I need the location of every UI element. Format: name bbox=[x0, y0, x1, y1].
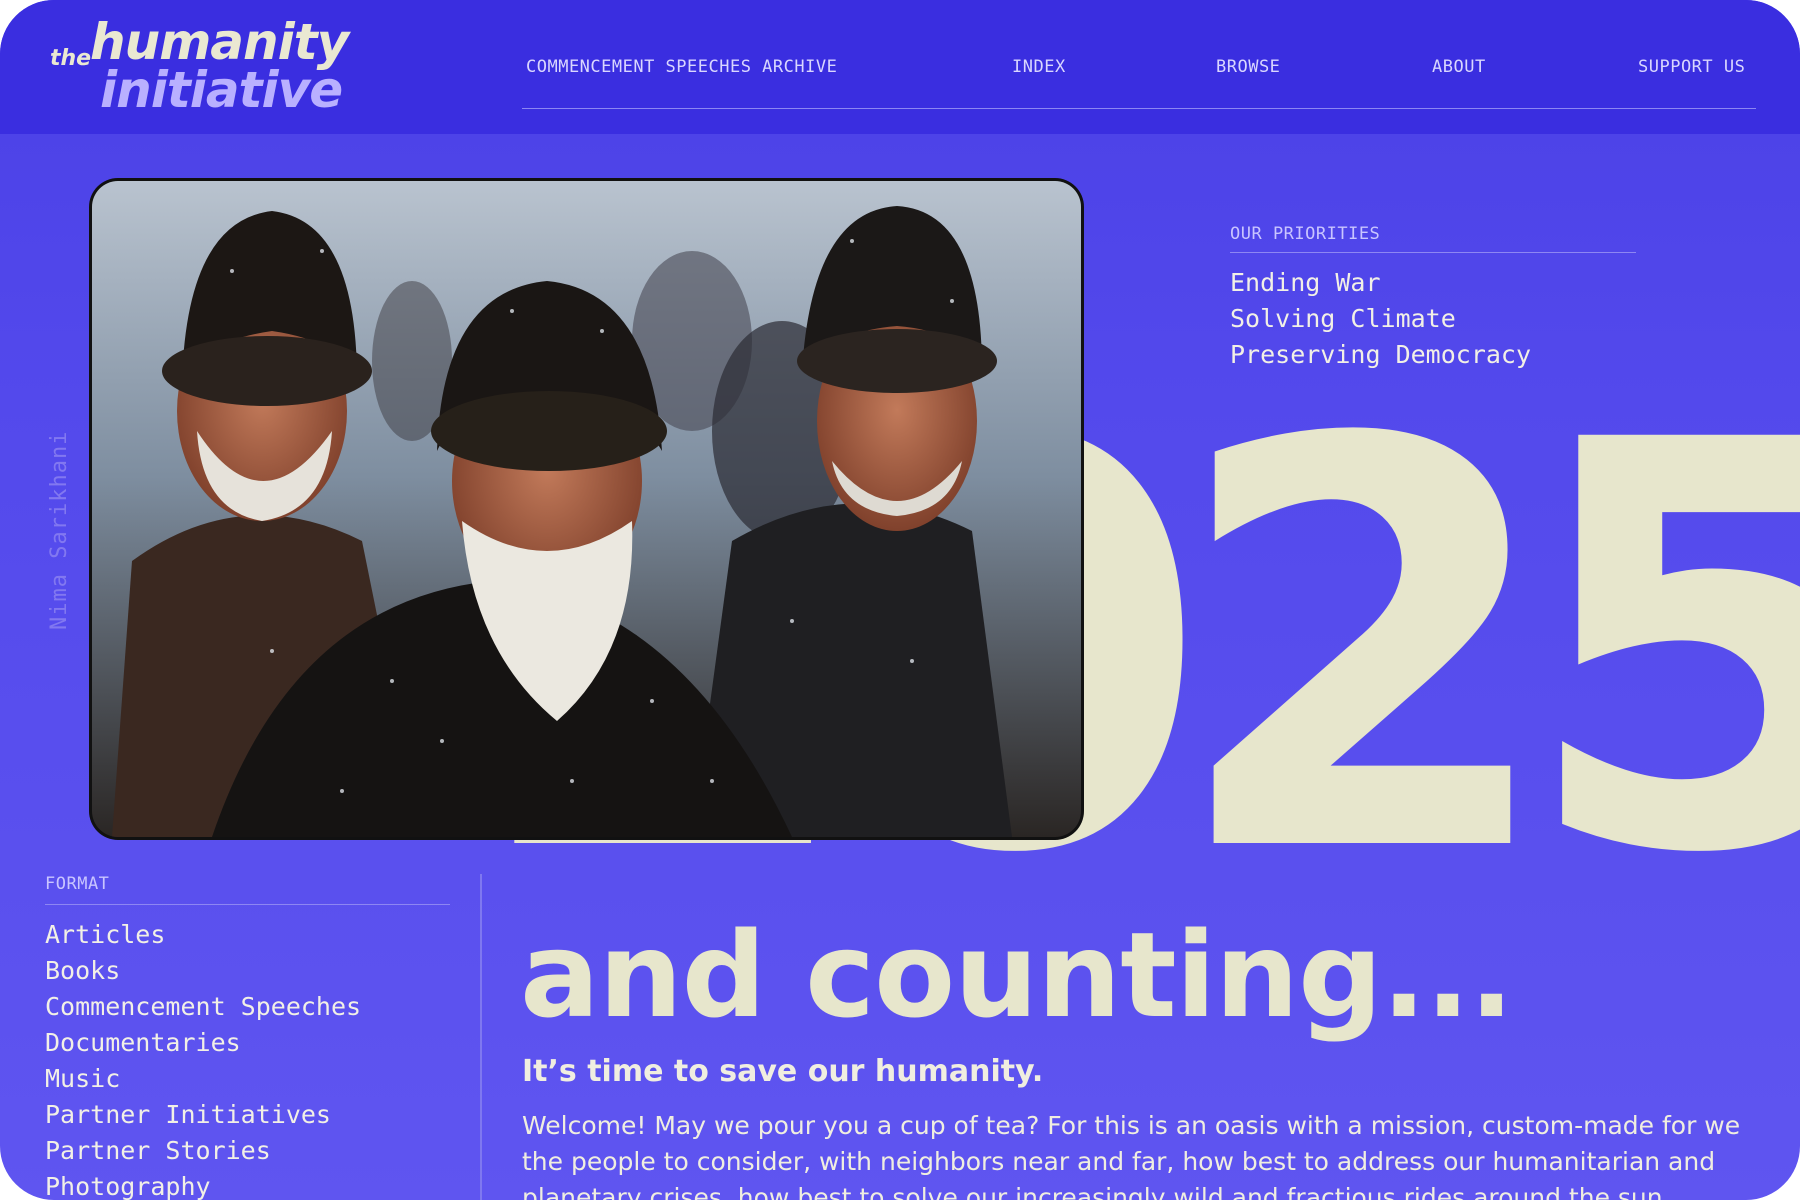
format-item[interactable]: Partner Initiatives bbox=[45, 1097, 450, 1133]
priority-item[interactable]: Solving Climate bbox=[1230, 301, 1636, 337]
priorities-label: OUR PRIORITIES bbox=[1230, 224, 1636, 253]
priority-item[interactable]: Preserving Democracy bbox=[1230, 337, 1636, 373]
format-item[interactable]: Documentaries bbox=[45, 1025, 450, 1061]
site-logo[interactable]: the humanity initiative bbox=[50, 13, 349, 119]
site-header: the humanity initiative COMMENCEMENT SPE… bbox=[0, 0, 1800, 134]
hero-headline: and counting... bbox=[520, 906, 1514, 1044]
format-item[interactable]: Commencement Speeches bbox=[45, 989, 450, 1025]
priorities-list: Ending War Solving Climate Preserving De… bbox=[1230, 265, 1636, 373]
hero-photo-illustration bbox=[92, 181, 1081, 837]
format-item[interactable]: Photography bbox=[45, 1169, 450, 1200]
priority-item[interactable]: Ending War bbox=[1230, 265, 1636, 301]
format-panel: FORMAT Articles Books Commencement Speec… bbox=[45, 874, 450, 1200]
format-item[interactable]: Music bbox=[45, 1061, 450, 1097]
logo-the: the bbox=[50, 46, 92, 71]
photo-credit: Nima Sarikhani bbox=[47, 430, 72, 630]
nav-support-us[interactable]: SUPPORT US bbox=[1638, 57, 1745, 77]
format-item[interactable]: Partner Stories bbox=[45, 1133, 450, 1169]
hero-tagline: It’s time to save our humanity. bbox=[522, 1054, 1044, 1089]
format-list: Articles Books Commencement Speeches Doc… bbox=[45, 917, 450, 1200]
sidebar-divider bbox=[480, 874, 482, 1200]
priorities-panel: OUR PRIORITIES Ending War Solving Climat… bbox=[1230, 224, 1636, 373]
hero-photo bbox=[92, 181, 1081, 837]
nav-browse[interactable]: BROWSE bbox=[1216, 57, 1280, 77]
nav-commencement-speeches-archive[interactable]: COMMENCEMENT SPEECHES ARCHIVE bbox=[526, 57, 837, 77]
format-item[interactable]: Articles bbox=[45, 917, 450, 953]
format-item[interactable]: Books bbox=[45, 953, 450, 989]
logo-initiative: initiative bbox=[100, 61, 343, 119]
nav-index[interactable]: INDEX bbox=[1012, 57, 1066, 77]
format-label: FORMAT bbox=[45, 874, 450, 905]
nav-about[interactable]: ABOUT bbox=[1432, 57, 1486, 77]
page-frame: the humanity initiative COMMENCEMENT SPE… bbox=[0, 0, 1800, 1200]
main-nav: COMMENCEMENT SPEECHES ARCHIVE INDEX BROW… bbox=[522, 52, 1756, 109]
intro-paragraph: Welcome! May we pour you a cup of tea? F… bbox=[522, 1111, 1741, 1200]
